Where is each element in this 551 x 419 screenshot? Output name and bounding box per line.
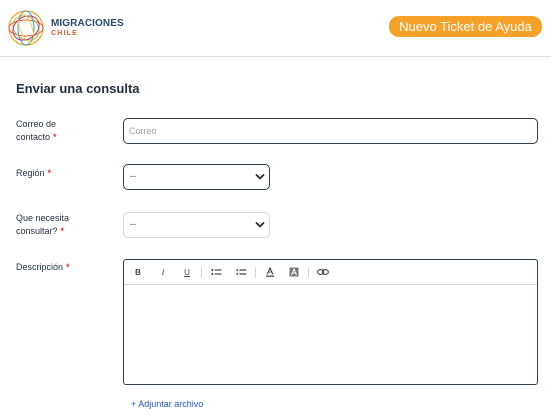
required-marker: *	[66, 262, 70, 272]
brand-main-text: MIGRACIONES	[51, 18, 124, 29]
required-marker: *	[53, 132, 57, 142]
brand-wordmark: MIGRACIONES CHILE	[51, 19, 124, 38]
migraciones-logo	[6, 8, 46, 48]
numbered-list-button[interactable]	[234, 266, 248, 279]
consulta-selected-value: --	[130, 219, 136, 229]
email-field[interactable]	[123, 118, 538, 144]
description-textarea[interactable]	[124, 286, 537, 384]
form-title: Enviar una consulta	[16, 81, 140, 96]
consulta-label: Que necesita consultar? *	[16, 212, 106, 238]
region-selected-value: --	[130, 171, 136, 181]
email-label-line2: contacto	[16, 132, 51, 142]
consulta-label-line2: consultar?	[16, 226, 58, 236]
attach-file-link[interactable]: + Adjuntar archivo	[131, 399, 203, 409]
toolbar-divider	[201, 267, 202, 278]
bold-button[interactable]: B	[131, 266, 145, 279]
text-color-button[interactable]	[263, 266, 277, 279]
link-icon	[317, 269, 329, 275]
region-label: Región *	[16, 167, 106, 180]
chevron-down-icon	[255, 222, 265, 228]
required-marker: *	[60, 226, 65, 236]
italic-button[interactable]: I	[156, 266, 170, 279]
toolbar-divider	[255, 267, 256, 278]
underline-button[interactable]: U	[180, 266, 194, 279]
chevron-down-icon	[255, 174, 265, 180]
background-color-icon	[289, 267, 299, 277]
background-color-button[interactable]	[287, 266, 301, 279]
description-editor: B I U	[123, 259, 538, 385]
numbered-list-icon	[236, 269, 246, 275]
editor-toolbar: B I U	[124, 260, 537, 285]
descripcion-label: Descripción *	[16, 261, 106, 274]
email-label: Correo de contacto *	[16, 118, 106, 144]
descripcion-label-text: Descripción	[16, 262, 64, 272]
consulta-select[interactable]: --	[123, 212, 270, 238]
text-color-icon	[266, 267, 274, 277]
brand-sub-text: CHILE	[51, 30, 78, 37]
region-label-text: Región	[16, 168, 45, 178]
email-label-line1: Correo de	[16, 119, 57, 129]
consulta-label-line1: Que necesita	[16, 213, 70, 223]
region-select[interactable]: --	[123, 164, 270, 190]
toolbar-divider	[308, 267, 309, 278]
bullet-list-icon	[210, 269, 221, 275]
bullet-list-button[interactable]	[209, 266, 223, 279]
required-marker: *	[47, 168, 52, 178]
link-button[interactable]	[316, 266, 330, 279]
top-header: MIGRACIONES CHILE Nuevo Ticket de Ayuda	[0, 0, 551, 57]
new-ticket-button[interactable]: Nuevo Ticket de Ayuda	[389, 16, 542, 37]
